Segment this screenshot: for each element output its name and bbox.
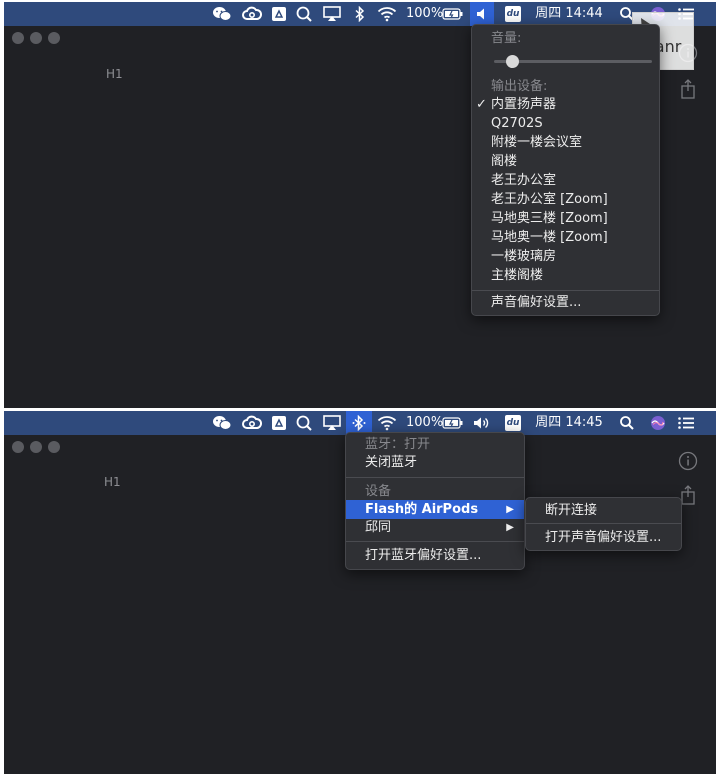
output-device-label: 马地奥三楼 [Zoom] <box>491 211 608 226</box>
airplay-icon[interactable] <box>320 2 344 26</box>
turn-off-bluetooth-item[interactable]: 关闭蓝牙 <box>346 453 524 472</box>
bluetooth-device-item[interactable]: 邱同 ▶ <box>346 518 524 537</box>
output-device-item[interactable]: 老王办公室 [Zoom] <box>472 190 659 209</box>
spotlight-search-icon[interactable] <box>616 411 638 435</box>
info-icon[interactable] <box>678 451 698 475</box>
search-chat-icon[interactable] <box>293 2 317 26</box>
menu-separator <box>346 477 524 478</box>
output-device-item[interactable]: 马地奥三楼 [Zoom] <box>472 209 659 228</box>
wifi-icon[interactable] <box>375 2 399 26</box>
output-devices-label: 输出设备: <box>491 79 548 94</box>
volume-label: 音量: <box>491 31 522 46</box>
share-icon[interactable] <box>680 79 696 103</box>
battery-percent: 100% <box>406 6 444 21</box>
menu-separator <box>472 290 659 291</box>
volume-menu: 音量: 输出设备: ✓ 内置扬声器 Q2702S 附楼一楼会议室 阁楼老王办公室老王办公… <box>471 24 660 316</box>
heading-style-label[interactable]: H1 <box>104 475 121 489</box>
output-device-label: 老王办公室 [Zoom] <box>491 192 608 207</box>
bluetooth-preferences-item[interactable]: 打开蓝牙偏好设置... <box>346 546 524 565</box>
output-device-label: Q2702S <box>491 116 543 131</box>
window-minimize-button[interactable] <box>30 32 42 44</box>
window-close-button[interactable] <box>12 441 24 453</box>
window-close-button[interactable] <box>12 32 24 44</box>
bluetooth-device-label: Flash的 AirPods <box>365 502 479 517</box>
du-icon[interactable]: du <box>503 2 523 26</box>
output-device-item[interactable]: 一楼玻璃房 <box>472 247 659 266</box>
output-device-label: 主楼阁楼 <box>491 268 544 283</box>
disconnect-item[interactable]: 断开连接 <box>526 501 681 520</box>
open-sound-preferences-item[interactable]: 打开声音偏好设置... <box>526 528 681 547</box>
output-device-item[interactable]: 阁楼 <box>472 152 659 171</box>
output-device-item[interactable]: Q2702S <box>472 114 659 133</box>
bluetooth-device-label: 邱同 <box>365 520 392 535</box>
bluetooth-menu: 蓝牙：打开 关闭蓝牙 设备 Flash的 AirPods ▶ 邱同 ▶ 打开蓝牙偏好设… <box>345 432 525 570</box>
wechat-icon[interactable] <box>210 411 234 435</box>
output-device-label: 内置扬声器 <box>491 97 557 112</box>
volume-slider-knob[interactable] <box>505 55 519 68</box>
output-device-label: 附楼一楼会议室 <box>491 135 583 150</box>
du-label: du <box>505 415 521 431</box>
output-device-label: 马地奥一楼 [Zoom] <box>491 230 608 245</box>
creative-cloud-icon[interactable] <box>240 411 264 435</box>
submenu-arrow-icon: ▶ <box>506 504 514 515</box>
output-device-item[interactable]: ✓ 内置扬声器 <box>472 95 659 114</box>
window-minimize-button[interactable] <box>30 441 42 453</box>
submenu-arrow-icon: ▶ <box>506 522 514 533</box>
wechat-icon[interactable] <box>210 2 234 26</box>
battery-icon[interactable] <box>441 2 465 26</box>
output-device-item[interactable]: 马地奥一楼 [Zoom] <box>472 228 659 247</box>
volume-icon[interactable] <box>470 2 494 26</box>
share-icon[interactable] <box>680 485 696 509</box>
airplay-icon[interactable] <box>320 411 344 435</box>
menu-bar: 100% du 周四 14:44 <box>4 2 716 26</box>
bluetooth-icon[interactable] <box>350 2 370 26</box>
menu-separator <box>526 523 681 524</box>
google-drive-icon[interactable] <box>268 411 290 435</box>
search-chat-icon[interactable] <box>293 411 317 435</box>
siri-icon[interactable] <box>647 411 669 435</box>
google-drive-icon[interactable] <box>268 2 290 26</box>
airpods-submenu: 断开连接 打开声音偏好设置... <box>525 497 682 551</box>
window-zoom-button[interactable] <box>48 32 60 44</box>
bluetooth-device-item[interactable]: Flash的 AirPods ▶ <box>346 500 524 519</box>
du-label: du <box>505 6 521 22</box>
output-device-label: 一楼玻璃房 <box>491 249 557 264</box>
checkmark-icon: ✓ <box>476 97 487 112</box>
output-device-item[interactable]: 主楼阁楼 <box>472 266 659 285</box>
heading-style-label[interactable]: H1 <box>106 67 123 81</box>
output-device-label: 老王办公室 <box>491 173 557 188</box>
menubar-clock[interactable]: 周四 14:44 <box>532 2 606 26</box>
output-device-item[interactable]: 附楼一楼会议室 <box>472 133 659 152</box>
output-device-label: 阁楼 <box>491 154 518 169</box>
devices-label: 设备 <box>365 484 392 499</box>
notification-center-icon[interactable] <box>674 411 698 435</box>
screenshot-top: 100% du 周四 14:44 H1 ifanr 音量: 输出设备: ✓ 内置… <box>4 2 716 408</box>
sound-preferences-item[interactable]: 声音偏好设置... <box>472 293 659 312</box>
menu-separator <box>346 541 524 542</box>
bluetooth-status: 蓝牙：打开 <box>365 437 431 452</box>
menubar-clock[interactable]: 周四 14:45 <box>532 411 606 435</box>
window-zoom-button[interactable] <box>48 441 60 453</box>
creative-cloud-icon[interactable] <box>240 2 264 26</box>
screenshot-bottom: 100% du 周四 14:45 H1 蓝牙：打开 关闭蓝牙 设备 Flash的… <box>4 411 716 774</box>
output-device-item[interactable]: 老王办公室 <box>472 171 659 190</box>
